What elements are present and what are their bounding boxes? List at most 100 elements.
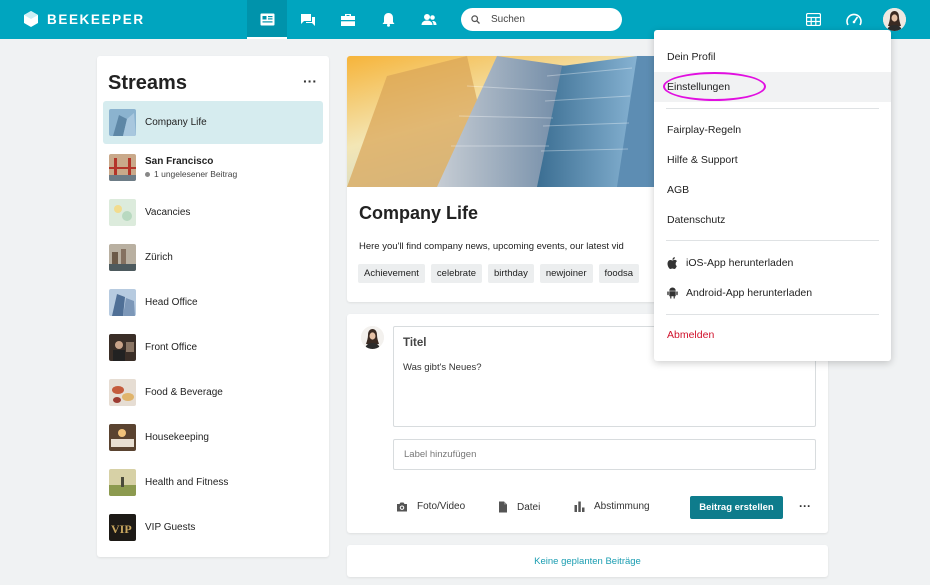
- stream-item-san-francisco[interactable]: San Francisco 1 ungelesener Beitrag: [103, 146, 323, 189]
- menu-item-terms[interactable]: AGB: [654, 175, 891, 205]
- unread-dot: [145, 171, 150, 177]
- apps-grid-icon: [805, 13, 821, 26]
- file-button[interactable]: Datei: [498, 501, 540, 513]
- app-logo[interactable]: BEEKEEPER: [22, 10, 145, 28]
- menu-item-label: Abmelden: [667, 329, 715, 341]
- stream-thumbnail: [109, 109, 136, 136]
- chat-icon: [301, 13, 315, 26]
- stream-item-health-fitness[interactable]: Health and Fitness: [103, 461, 323, 504]
- stream-thumbnail: VIP: [109, 514, 136, 541]
- scheduled-posts-link[interactable]: Keine geplanten Beiträge: [347, 545, 828, 577]
- post-title-field[interactable]: Titel: [403, 337, 426, 349]
- poll-icon: [574, 501, 585, 512]
- menu-item-label: Hilfe & Support: [667, 154, 738, 166]
- svg-text:VIP: VIP: [111, 522, 132, 536]
- menu-item-ios-app[interactable]: iOS-App herunterladen: [654, 248, 891, 278]
- android-icon: [667, 287, 678, 299]
- menu-divider: [666, 108, 879, 109]
- menu-item-logout[interactable]: Abmelden: [654, 320, 891, 350]
- stream-title: Company Life: [359, 203, 479, 223]
- composer-more-button[interactable]: ···: [799, 499, 811, 513]
- menu-item-label: Android-App herunterladen: [686, 287, 813, 299]
- add-label-input[interactable]: Label hinzufügen: [393, 439, 816, 470]
- nav-news-feed[interactable]: [247, 0, 287, 39]
- nav-people[interactable]: [409, 0, 449, 39]
- stream-label: VIP Guests: [145, 522, 196, 533]
- stream-thumbnail: [109, 469, 136, 496]
- menu-item-privacy[interactable]: Datenschutz: [654, 205, 891, 235]
- stream-label: San Francisco: [145, 156, 214, 167]
- streams-title: Streams: [108, 72, 187, 94]
- stream-thumbnail: [109, 154, 136, 181]
- tag-chip[interactable]: birthday: [488, 264, 534, 283]
- stream-label: Head Office: [145, 297, 198, 308]
- people-icon: [421, 14, 437, 25]
- photo-video-button[interactable]: Foto/Video: [396, 501, 465, 512]
- poll-button[interactable]: Abstimmung: [574, 501, 650, 512]
- composer-avatar: [361, 326, 384, 349]
- app-name: BEEKEEPER: [47, 11, 145, 27]
- menu-item-label: Einstellungen: [667, 81, 731, 93]
- tag-chip[interactable]: celebrate: [430, 264, 483, 283]
- streams-panel: Streams ··· Company Life San Francisco 1…: [97, 56, 329, 557]
- tag-chip[interactable]: foodsa: [598, 264, 640, 283]
- stream-thumbnail: [109, 289, 136, 316]
- notifications-icon: [382, 13, 394, 27]
- menu-item-settings[interactable]: Einstellungen: [654, 72, 891, 102]
- stream-label: Zürich: [145, 252, 173, 263]
- tools-icon: [341, 13, 355, 26]
- stream-thumbnail: [109, 424, 136, 451]
- search-input[interactable]: [491, 14, 611, 25]
- tag-chip[interactable]: newjoiner: [539, 264, 593, 283]
- stream-label: Health and Fitness: [145, 477, 229, 488]
- menu-item-help[interactable]: Hilfe & Support: [654, 145, 891, 175]
- stream-label: Vacancies: [145, 207, 191, 218]
- stream-label: Housekeeping: [145, 432, 209, 443]
- menu-item-label: Fairplay-Regeln: [667, 124, 742, 136]
- stream-label: Company Life: [145, 117, 207, 128]
- stream-item-front-office[interactable]: Front Office: [103, 326, 323, 369]
- stream-description: Here you'll find company news, upcoming …: [359, 241, 624, 252]
- news-feed-icon: [260, 13, 274, 26]
- user-photo-icon: [883, 8, 906, 31]
- beekeeper-logo-icon: [24, 11, 38, 27]
- nav-chats[interactable]: [288, 0, 328, 39]
- menu-divider: [666, 314, 879, 315]
- stream-item-zurich[interactable]: Zürich: [103, 236, 323, 279]
- dashboard-icon: [846, 13, 862, 25]
- menu-item-android-app[interactable]: Android-App herunterladen: [654, 278, 891, 308]
- nav-notifications[interactable]: [368, 0, 408, 39]
- menu-item-label: Dein Profil: [667, 51, 716, 63]
- menu-item-profile[interactable]: Dein Profil: [654, 42, 891, 72]
- menu-item-fairplay[interactable]: Fairplay-Regeln: [654, 115, 891, 145]
- streams-more-button[interactable]: ···: [303, 73, 317, 89]
- menu-item-label: iOS-App herunterladen: [686, 257, 794, 269]
- stream-item-vip-guests[interactable]: VIP VIP Guests: [103, 506, 323, 549]
- create-post-button[interactable]: Beitrag erstellen: [690, 496, 783, 519]
- unread-indicator: 1 ungelesener Beitrag: [145, 169, 237, 179]
- stream-item-company-life[interactable]: Company Life: [103, 101, 323, 144]
- stream-tags: Achievement celebrate birthday newjoiner…: [358, 264, 640, 283]
- file-icon: [499, 501, 507, 513]
- nav-tools[interactable]: [328, 0, 368, 39]
- post-body-field[interactable]: Was gibt's Neues?: [403, 362, 482, 373]
- profile-avatar[interactable]: [883, 8, 906, 31]
- stream-label: Front Office: [145, 342, 198, 353]
- stream-item-housekeeping[interactable]: Housekeeping: [103, 416, 323, 459]
- camera-icon: [397, 502, 407, 511]
- stream-thumbnail: [109, 379, 136, 406]
- stream-item-food-beverage[interactable]: Food & Beverage: [103, 371, 323, 414]
- stream-label: Food & Beverage: [145, 387, 223, 398]
- tag-chip[interactable]: Achievement: [358, 264, 425, 283]
- search-bar[interactable]: [461, 8, 622, 31]
- file-label: Datei: [517, 501, 541, 513]
- stream-item-head-office[interactable]: Head Office: [103, 281, 323, 324]
- stream-item-vacancies[interactable]: Vacancies: [103, 191, 323, 234]
- stream-thumbnail: [109, 199, 136, 226]
- search-icon: [471, 15, 480, 24]
- menu-divider: [666, 240, 879, 241]
- menu-item-label: Datenschutz: [667, 214, 726, 226]
- profile-dropdown-menu: Dein Profil Einstellungen Fairplay-Regel…: [654, 30, 891, 361]
- stream-thumbnail: [109, 244, 136, 271]
- menu-item-label: AGB: [667, 184, 690, 196]
